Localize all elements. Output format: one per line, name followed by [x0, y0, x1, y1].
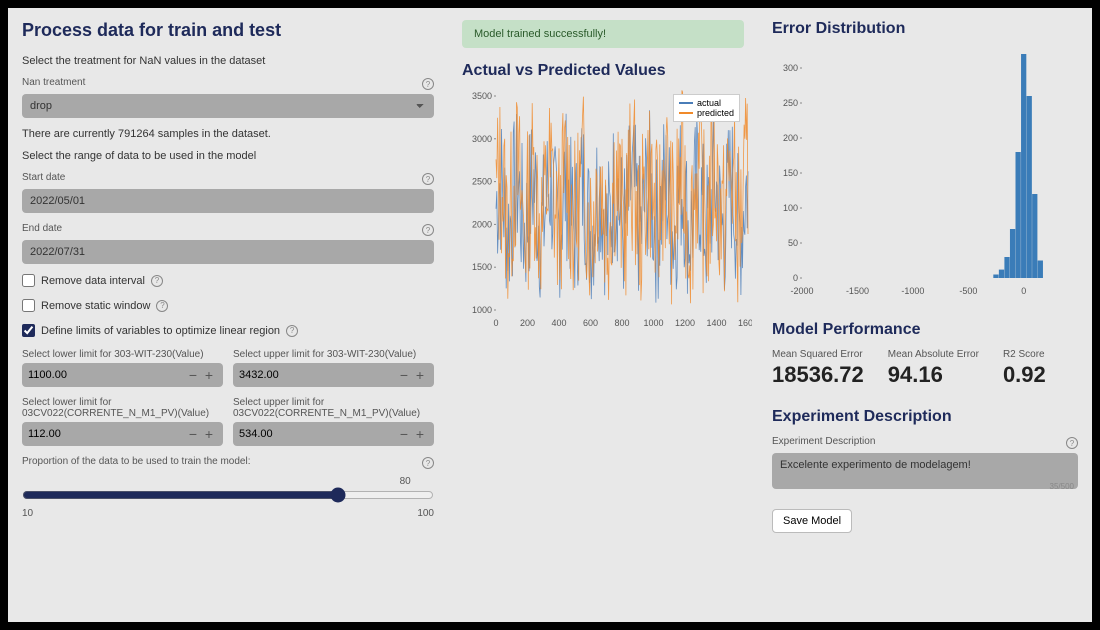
mse-label: Mean Squared Error	[772, 349, 864, 360]
increment-button[interactable]: +	[412, 426, 428, 442]
help-icon[interactable]: ?	[422, 224, 434, 236]
help-icon[interactable]: ?	[286, 325, 298, 337]
help-icon[interactable]: ?	[422, 457, 434, 469]
svg-text:3000: 3000	[472, 134, 492, 144]
end-date-input[interactable]	[22, 240, 434, 264]
actual-vs-predicted-chart: 1000 1500 2000 2500 3000 3500 0 200 400 600 800 100…	[462, 90, 744, 335]
nan-prompt: Select the treatment for NaN values in t…	[22, 55, 434, 67]
svg-text:1200: 1200	[675, 318, 695, 328]
success-banner: Model trained successfully!	[462, 20, 744, 48]
svg-text:2000: 2000	[472, 219, 492, 229]
upper-limit-1-label: Select upper limit for 303-WIT-230(Value…	[233, 349, 434, 360]
increment-button[interactable]: +	[201, 367, 217, 383]
svg-text:-2000: -2000	[790, 286, 813, 296]
decrement-button[interactable]: −	[396, 426, 412, 442]
increment-button[interactable]: +	[412, 367, 428, 383]
svg-text:1600: 1600	[738, 318, 752, 328]
mae-value: 94.16	[888, 362, 979, 388]
sample-info: There are currently 791264 samples in th…	[22, 128, 434, 140]
upper-limit-2-label: Select upper limit for 03CV022(CORRENTE_…	[233, 397, 434, 419]
decrement-button[interactable]: −	[185, 426, 201, 442]
nan-label: Nan treatment	[22, 77, 85, 88]
decrement-button[interactable]: −	[185, 367, 201, 383]
svg-text:0: 0	[493, 318, 498, 328]
svg-text:0: 0	[793, 273, 798, 283]
decrement-button[interactable]: −	[396, 367, 412, 383]
lower-limit-2-input[interactable]	[28, 428, 185, 440]
experiment-title: Experiment Description	[772, 408, 1078, 426]
proportion-slider[interactable]	[22, 487, 434, 503]
lower-limit-2-label: Select lower limit for 03CV022(CORRENTE_…	[22, 397, 223, 419]
experiment-desc-label: Experiment Description	[772, 436, 875, 447]
upper-limit-2-input[interactable]	[239, 428, 396, 440]
define-limits-checkbox[interactable]	[22, 324, 35, 337]
lower-limit-1-label: Select lower limit for 303-WIT-230(Value…	[22, 349, 223, 360]
svg-text:-500: -500	[959, 286, 977, 296]
performance-title: Model Performance	[772, 321, 1078, 339]
help-icon[interactable]: ?	[156, 300, 168, 312]
range-prompt: Select the range of data to be used in t…	[22, 150, 434, 162]
help-icon[interactable]: ?	[422, 173, 434, 185]
error-dist-title: Error Distribution	[772, 20, 1078, 38]
svg-text:200: 200	[783, 133, 798, 143]
help-icon[interactable]: ?	[151, 275, 163, 287]
svg-text:200: 200	[520, 318, 535, 328]
remove-interval-label: Remove data interval	[41, 275, 145, 287]
help-icon[interactable]: ?	[1066, 437, 1078, 449]
remove-static-label: Remove static window	[41, 300, 150, 312]
lower-limit-1-input[interactable]	[28, 369, 185, 381]
r2-label: R2 Score	[1003, 349, 1046, 360]
help-icon[interactable]: ?	[422, 78, 434, 90]
svg-text:2500: 2500	[472, 177, 492, 187]
error-distribution-chart: 0 50 100 150 200 250 300 -2000 -1500 -1000 -500 0	[772, 48, 1078, 303]
nan-treatment-select[interactable]: drop	[22, 94, 434, 118]
svg-text:50: 50	[788, 238, 798, 248]
svg-text:400: 400	[551, 318, 566, 328]
remove-static-checkbox[interactable]	[22, 299, 35, 312]
char-count: 35/500	[772, 482, 1074, 491]
svg-text:800: 800	[614, 318, 629, 328]
svg-text:600: 600	[583, 318, 598, 328]
start-date-label: Start date	[22, 172, 65, 183]
svg-text:-1500: -1500	[846, 286, 869, 296]
r2-value: 0.92	[1003, 362, 1046, 388]
svg-text:1400: 1400	[706, 318, 726, 328]
end-date-label: End date	[22, 223, 62, 234]
slider-max: 100	[417, 508, 434, 519]
svg-text:1500: 1500	[472, 262, 492, 272]
svg-text:1000: 1000	[472, 305, 492, 315]
chart-title: Actual vs Predicted Values	[462, 62, 744, 80]
mae-label: Mean Absolute Error	[888, 349, 979, 360]
page-title: Process data for train and test	[22, 20, 434, 41]
svg-text:1000: 1000	[643, 318, 663, 328]
save-model-button[interactable]: Save Model	[772, 509, 852, 533]
mse-value: 18536.72	[772, 362, 864, 388]
upper-limit-1-input[interactable]	[239, 369, 396, 381]
svg-text:300: 300	[783, 63, 798, 73]
svg-text:150: 150	[783, 168, 798, 178]
remove-interval-checkbox[interactable]	[22, 274, 35, 287]
svg-text:3500: 3500	[472, 91, 492, 101]
svg-text:0: 0	[1021, 286, 1026, 296]
svg-text:250: 250	[783, 98, 798, 108]
slider-min: 10	[22, 508, 33, 519]
svg-text:100: 100	[783, 203, 798, 213]
increment-button[interactable]: +	[201, 426, 217, 442]
proportion-label: Proportion of the data to be used to tra…	[22, 456, 250, 467]
define-limits-label: Define limits of variables to optimize l…	[41, 325, 280, 337]
chart-legend: actual predicted	[673, 94, 740, 122]
svg-text:-1000: -1000	[901, 286, 924, 296]
start-date-input[interactable]	[22, 189, 434, 213]
slider-value: 80	[199, 476, 448, 487]
